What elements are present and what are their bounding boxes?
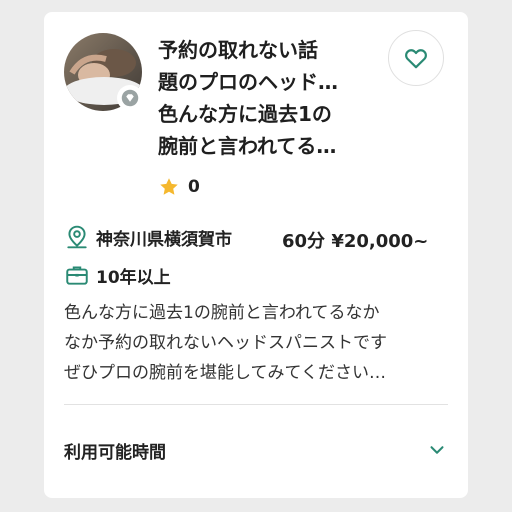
experience: 10年以上 bbox=[64, 262, 171, 288]
map-pin-icon bbox=[67, 225, 87, 249]
description-line: なか予約の取れないヘッドスパニストです bbox=[64, 333, 387, 353]
availability-label: 利用可能時間 bbox=[64, 442, 166, 463]
title-line: 題のプロのヘッド… bbox=[158, 70, 338, 94]
favorite-button[interactable] bbox=[388, 30, 444, 86]
rating: 0 bbox=[158, 176, 200, 198]
briefcase-icon bbox=[66, 266, 88, 285]
rating-count: 0 bbox=[188, 177, 200, 197]
description-line: 色んな方に過去1の腕前と言われてるなか bbox=[64, 303, 380, 323]
title-line: 色んな方に過去1の bbox=[158, 102, 332, 126]
experience-text: 10年以上 bbox=[96, 267, 171, 288]
title-line: 腕前と言われてる… bbox=[158, 134, 337, 158]
star-icon bbox=[160, 178, 178, 195]
location: 神奈川県横須賀市 bbox=[64, 224, 232, 250]
availability-toggle[interactable]: 利用可能時間 bbox=[64, 432, 448, 468]
description: 色んな方に過去1の腕前と言われてるなか なか予約の取れないヘッドスパニストです … bbox=[64, 298, 450, 388]
diamond-icon bbox=[117, 85, 143, 111]
title-line: 予約の取れない話 bbox=[158, 38, 318, 62]
location-text: 神奈川県横須賀市 bbox=[96, 229, 232, 250]
description-line: ぜひプロの腕前を堪能してみてください… bbox=[64, 363, 386, 383]
card-title: 予約の取れない話 題のプロのヘッド… 色んな方に過去1の 腕前と言われてる… bbox=[158, 34, 378, 162]
chevron-down-icon bbox=[430, 446, 444, 454]
divider bbox=[64, 404, 448, 405]
price: 60分 ¥20,000~ bbox=[282, 231, 429, 252]
heart-icon bbox=[405, 49, 427, 69]
therapist-card[interactable]: 予約の取れない話 題のプロのヘッド… 色んな方に過去1の 腕前と言われてる… 0… bbox=[44, 12, 468, 498]
